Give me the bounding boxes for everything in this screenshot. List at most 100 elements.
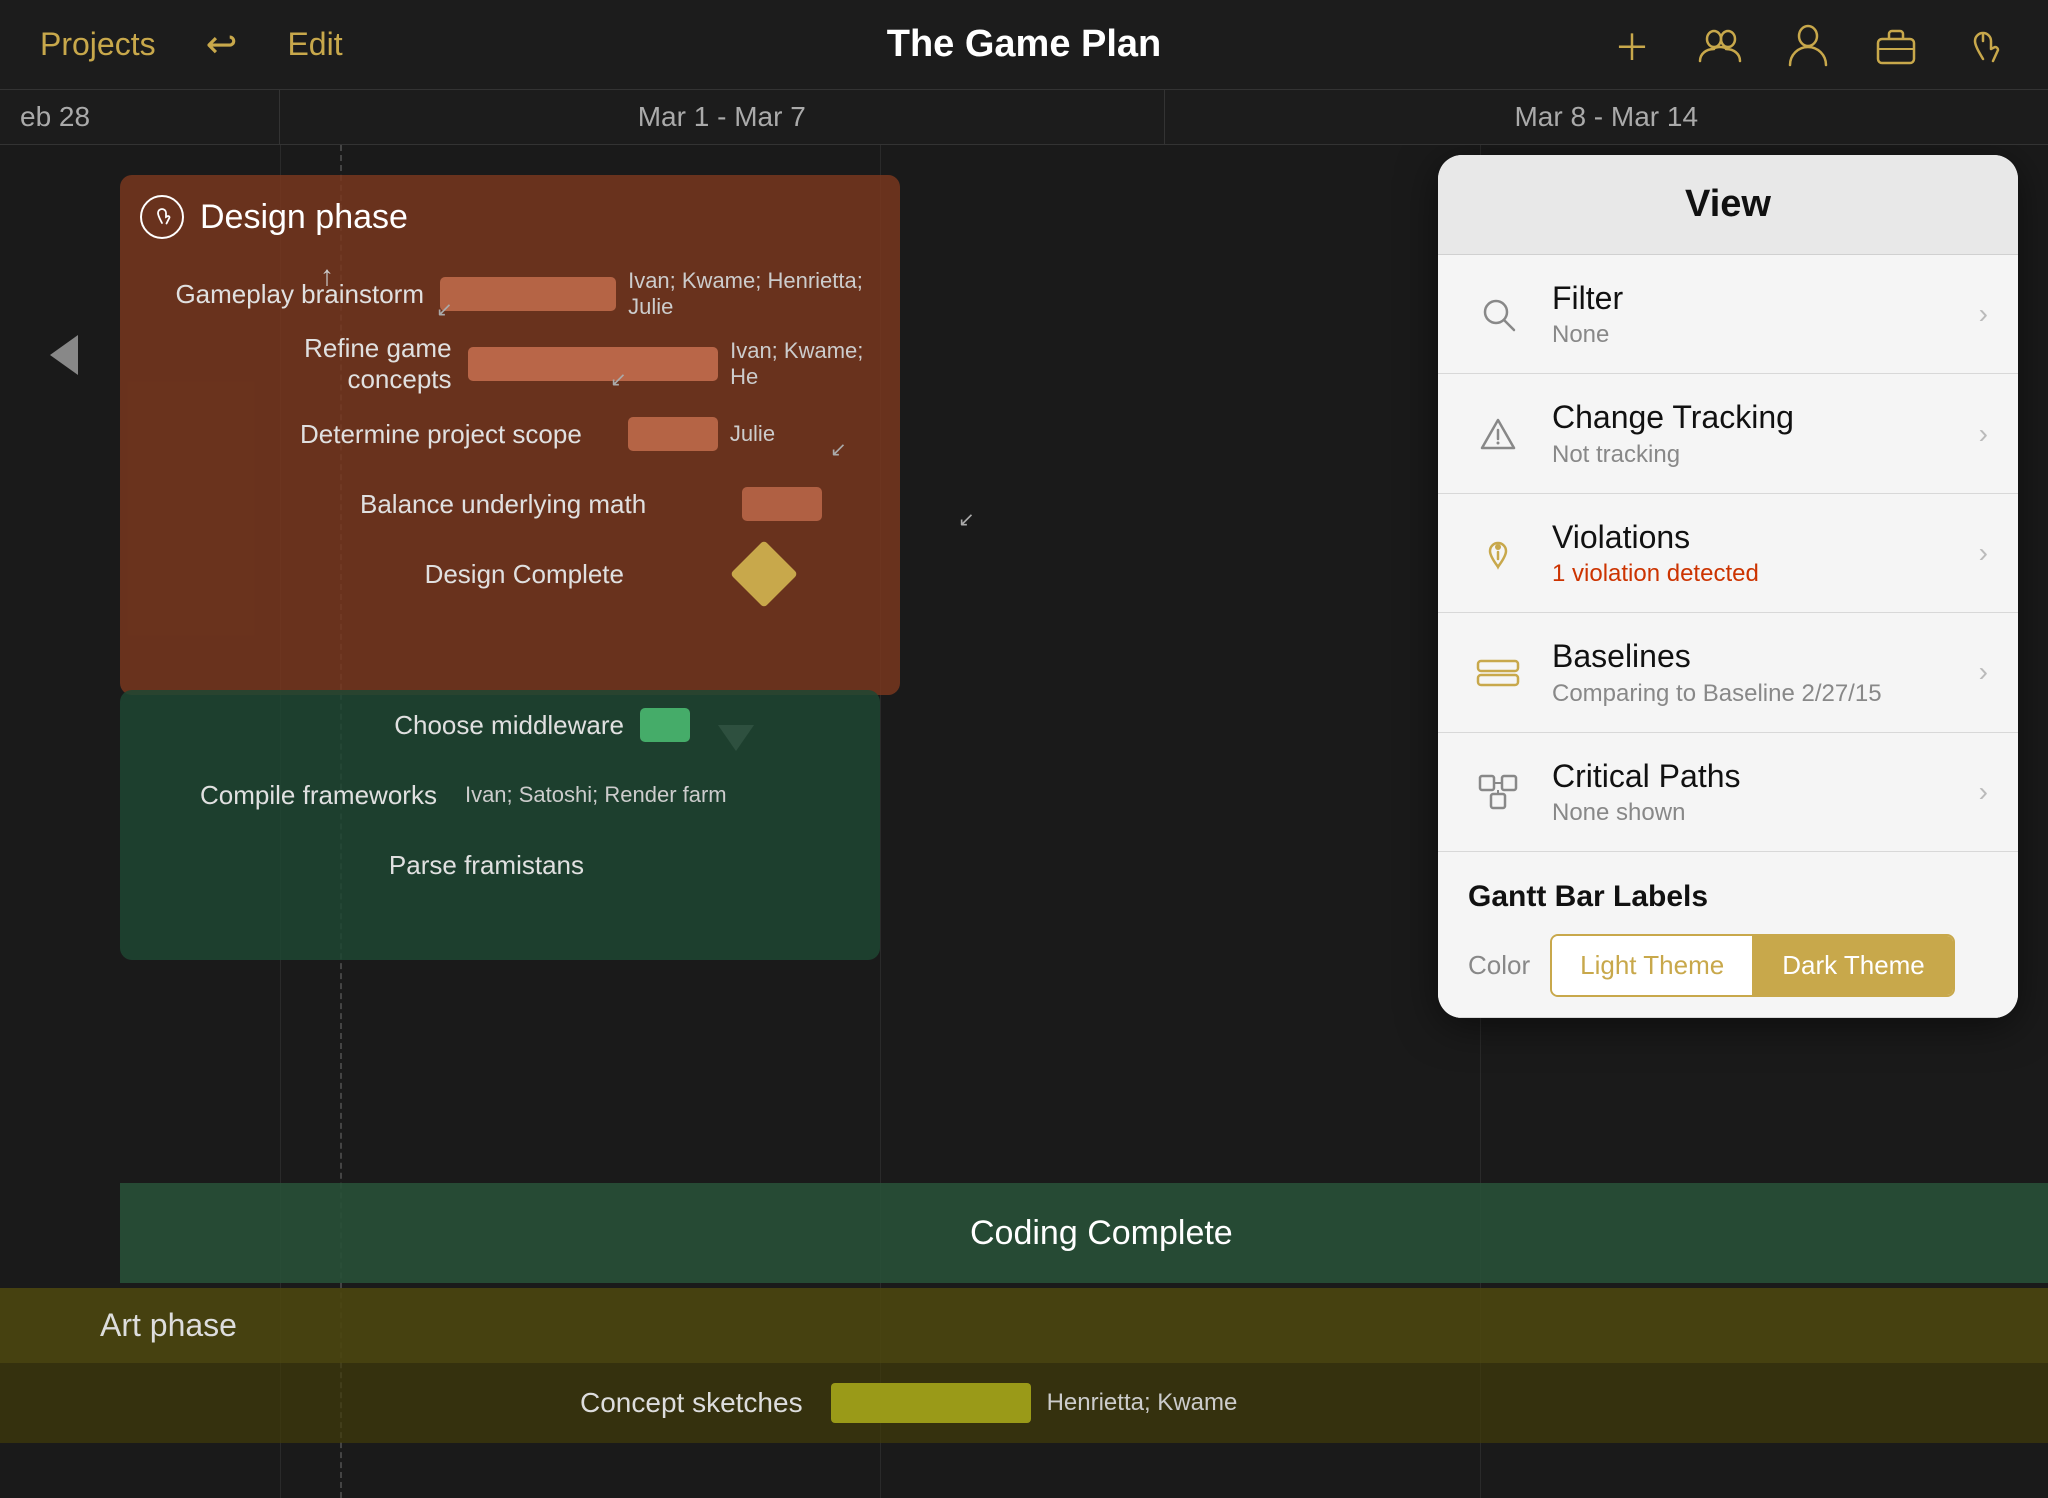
view-panel: View Filter None › xyxy=(1438,155,2018,1018)
violations-chevron: › xyxy=(1979,537,1988,569)
date-col-1: eb 28 xyxy=(0,90,280,144)
filter-label: Filter xyxy=(1552,279,1963,317)
task-row-scope: Determine project scope ↙ Julie xyxy=(300,399,880,469)
gantt-bar-labels-title: Gantt Bar Labels xyxy=(1468,880,1988,914)
task-label-balance: Balance underlying math xyxy=(360,489,662,520)
edit-button[interactable]: Edit xyxy=(287,26,342,63)
task-row-refine: Refine game concepts ↙ Ivan; Kwame; He xyxy=(220,329,880,399)
date-col-3: Mar 8 - Mar 14 xyxy=(1165,90,2048,144)
design-phase-group: Design phase ↑ Gameplay brainstorm ↙ Iva… xyxy=(120,175,900,695)
baselines-sub: Comparing to Baseline 2/27/15 xyxy=(1552,680,1963,708)
critical-paths-sub: None shown xyxy=(1552,799,1963,827)
filter-content: Filter None xyxy=(1552,279,1963,349)
task-bar-scope[interactable] xyxy=(628,417,718,451)
view-panel-header: View xyxy=(1438,155,2018,255)
person-button[interactable] xyxy=(1784,21,1832,69)
task-bar-balance[interactable] xyxy=(742,487,822,521)
task-label-compile: Compile frameworks xyxy=(200,780,453,811)
top-bar: Projects ↩ Edit The Game Plan ＋ xyxy=(0,0,2048,90)
violations-label: Violations xyxy=(1552,518,1963,556)
back-button[interactable]: ↩ xyxy=(206,22,238,67)
color-label: Color xyxy=(1468,950,1530,981)
view-item-change-tracking[interactable]: Change Tracking Not tracking › xyxy=(1438,374,2018,493)
critical-paths-icon xyxy=(1468,762,1528,822)
concept-sketches-resource: Henrietta; Kwame xyxy=(1047,1389,1238,1417)
baselines-chevron: › xyxy=(1979,656,1988,688)
task-bar-gameplay[interactable] xyxy=(440,277,616,311)
task-row-balance: Balance underlying math ↙ xyxy=(360,469,880,539)
critical-paths-label: Critical Paths xyxy=(1552,757,1963,795)
task-label-refine: Refine game concepts xyxy=(220,333,468,395)
date-header: eb 28 Mar 1 - Mar 7 Mar 8 - Mar 14 xyxy=(0,90,2048,145)
concept-sketches-bar[interactable] xyxy=(831,1383,1031,1423)
briefcase-icon xyxy=(1874,25,1918,65)
task-row-design-complete: Design Complete xyxy=(400,539,880,609)
collapse-design-button[interactable] xyxy=(50,335,78,375)
task-bar-refine[interactable] xyxy=(468,347,719,381)
change-tracking-chevron: › xyxy=(1979,418,1988,450)
filter-sub: None xyxy=(1552,321,1963,349)
main-content: Design phase ↑ Gameplay brainstorm ↙ Iva… xyxy=(0,145,2048,1498)
task-row-compile: Compile frameworks Ivan; Satoshi; Render… xyxy=(120,760,880,830)
add-button[interactable]: ＋ xyxy=(1608,21,1656,69)
view-item-filter[interactable]: Filter None › xyxy=(1438,255,2018,374)
violations-icon xyxy=(1468,523,1528,583)
arrow-dep-4: ↙ xyxy=(958,507,975,532)
briefcase-button[interactable] xyxy=(1872,21,1920,69)
task-label-design-complete: Design Complete xyxy=(400,559,640,590)
art-phase-label: Art phase xyxy=(100,1307,237,1344)
page-title: The Game Plan xyxy=(887,23,1162,66)
baselines-label: Baselines xyxy=(1552,637,1963,675)
coding-complete-row: Coding Complete xyxy=(120,1183,2048,1283)
task-resource-refine: Ivan; Kwame; He xyxy=(730,338,880,390)
change-tracking-sub: Not tracking xyxy=(1552,441,1963,469)
gantt-bar-labels-section: Gantt Bar Labels Color Light Theme Dark … xyxy=(1438,852,2018,1018)
people-icon xyxy=(1698,23,1742,67)
critical-paths-chevron: › xyxy=(1979,776,1988,808)
task-resource-scope: Julie xyxy=(730,421,775,447)
people-button[interactable] xyxy=(1696,21,1744,69)
baselines-content: Baselines Comparing to Baseline 2/27/15 xyxy=(1552,637,1963,707)
task-resource-compile: Ivan; Satoshi; Render farm xyxy=(465,782,727,808)
dark-theme-button[interactable]: Dark Theme xyxy=(1754,936,1953,995)
task-row-middleware: Choose middleware xyxy=(120,690,880,760)
view-item-critical-paths[interactable]: Critical Paths None shown › xyxy=(1438,733,2018,852)
theme-selector: Light Theme Dark Theme xyxy=(1550,934,1955,997)
projects-button[interactable]: Projects xyxy=(40,26,156,63)
arrow-dep-1: ↙ xyxy=(436,297,453,322)
filter-icon xyxy=(1468,284,1528,344)
gantt-bar-labels-controls: Color Light Theme Dark Theme xyxy=(1468,934,1988,997)
design-phase-icon xyxy=(140,195,184,239)
coding-section-group: Choose middleware Compile frameworks Iva… xyxy=(120,690,880,960)
plus-icon: ＋ xyxy=(1614,19,1650,71)
task-bar-middleware[interactable] xyxy=(640,708,690,742)
arrow-dep-3: ↙ xyxy=(830,437,847,462)
task-row-parse: Parse framistans xyxy=(120,830,880,900)
concept-sketches-row: Concept sketches Henrietta; Kwame xyxy=(0,1363,2048,1443)
hand-mode-button[interactable] xyxy=(1960,21,2008,69)
milestone-design-complete xyxy=(730,540,798,608)
date-col-2: Mar 1 - Mar 7 xyxy=(280,90,1165,144)
art-phase-row: Art phase xyxy=(0,1288,2048,1363)
change-tracking-label: Change Tracking xyxy=(1552,398,1963,436)
violations-sub: 1 violation detected xyxy=(1552,560,1963,588)
top-bar-right: ＋ xyxy=(1608,21,2008,69)
change-tracking-icon xyxy=(1468,404,1528,464)
violations-content: Violations 1 violation detected xyxy=(1552,518,1963,588)
task-row-gameplay: Gameplay brainstorm ↙ Ivan; Kwame; Henri… xyxy=(140,259,880,329)
coding-complete-label: Coding Complete xyxy=(970,1214,1233,1253)
critical-paths-content: Critical Paths None shown xyxy=(1552,757,1963,827)
view-item-violations[interactable]: Violations 1 violation detected › xyxy=(1438,494,2018,613)
design-phase-title: Design phase xyxy=(200,198,408,237)
light-theme-button[interactable]: Light Theme xyxy=(1552,936,1754,995)
baselines-icon xyxy=(1468,642,1528,702)
design-phase-header: Design phase xyxy=(140,195,880,239)
view-panel-title: View xyxy=(1685,183,1771,225)
person-icon xyxy=(1788,23,1828,67)
hand-mode-icon xyxy=(1963,23,2005,67)
task-label-middleware: Choose middleware xyxy=(320,710,640,741)
task-label-parse: Parse framistans xyxy=(300,850,600,881)
top-bar-left: Projects ↩ Edit xyxy=(40,22,1608,67)
arrow-dep-2: ↙ xyxy=(610,367,627,392)
view-item-baselines[interactable]: Baselines Comparing to Baseline 2/27/15 … xyxy=(1438,613,2018,732)
